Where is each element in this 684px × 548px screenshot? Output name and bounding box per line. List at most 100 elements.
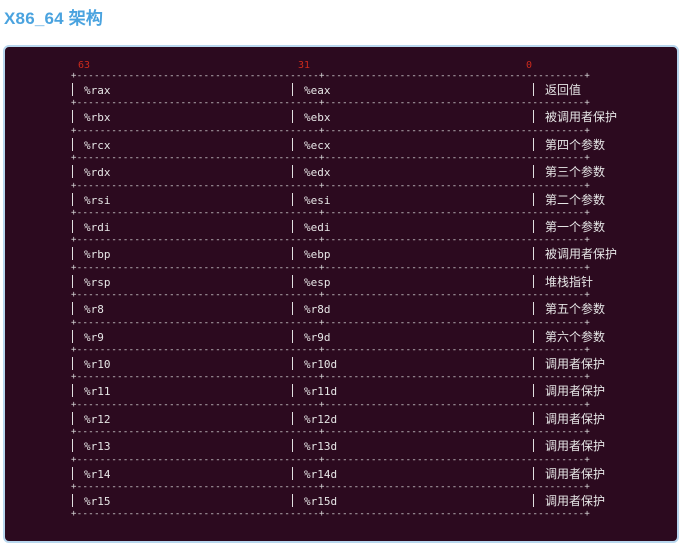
register-description: 第三个参数 <box>545 165 606 179</box>
column-divider <box>533 384 534 397</box>
register-diagram: 63 31 0 +-------------------------------… <box>3 45 679 543</box>
column-divider <box>533 193 534 206</box>
column-divider <box>292 220 293 233</box>
row-separator: +---------------------------------------… <box>71 98 591 108</box>
register-64bit: %r8 <box>84 303 104 316</box>
column-divider <box>292 412 293 425</box>
column-divider <box>292 494 293 507</box>
register-64bit: %r9 <box>84 331 104 344</box>
column-divider <box>533 302 534 315</box>
column-divider <box>72 302 73 315</box>
column-divider <box>533 275 534 288</box>
column-divider <box>72 275 73 288</box>
column-divider <box>72 412 73 425</box>
register-64bit: %r15 <box>84 495 111 508</box>
register-32bit: %edi <box>304 221 331 234</box>
column-divider <box>292 165 293 178</box>
column-divider <box>72 384 73 397</box>
column-divider <box>72 138 73 151</box>
column-divider <box>292 302 293 315</box>
column-divider <box>292 83 293 96</box>
register-32bit: %ebx <box>304 111 331 124</box>
row-separator: +---------------------------------------… <box>71 345 591 355</box>
row-separator: +---------------------------------------… <box>71 455 591 465</box>
register-description: 被调用者保护 <box>545 247 618 261</box>
register-32bit: %esi <box>304 194 331 207</box>
row-separator: +---------------------------------------… <box>71 235 591 245</box>
column-divider <box>533 110 534 123</box>
register-32bit: %r12d <box>304 413 338 426</box>
register-description: 被调用者保护 <box>545 110 618 124</box>
row-separator: +---------------------------------------… <box>71 263 591 273</box>
column-divider <box>533 330 534 343</box>
register-32bit: %r14d <box>304 468 338 481</box>
register-32bit: %ecx <box>304 139 331 152</box>
register-32bit: %r13d <box>304 440 338 453</box>
row-separator: +---------------------------------------… <box>71 509 591 519</box>
register-32bit: %esp <box>304 276 331 289</box>
column-divider <box>292 247 293 260</box>
column-divider <box>533 494 534 507</box>
register-description: 调用者保护 <box>545 467 606 481</box>
column-divider <box>533 412 534 425</box>
column-divider <box>292 439 293 452</box>
column-divider <box>72 110 73 123</box>
column-divider <box>72 193 73 206</box>
register-64bit: %r14 <box>84 468 111 481</box>
column-divider <box>292 138 293 151</box>
row-separator: +---------------------------------------… <box>71 372 591 382</box>
register-64bit: %rbp <box>84 248 111 261</box>
register-description: 调用者保护 <box>545 357 606 371</box>
column-divider <box>72 247 73 260</box>
row-separator: +---------------------------------------… <box>71 126 591 136</box>
register-description: 第四个参数 <box>545 138 606 152</box>
row-separator: +---------------------------------------… <box>71 427 591 437</box>
register-64bit: %rdi <box>84 221 111 234</box>
column-divider <box>533 247 534 260</box>
row-separator: +---------------------------------------… <box>71 181 591 191</box>
register-32bit: %ebp <box>304 248 331 261</box>
register-32bit: %r15d <box>304 495 338 508</box>
column-divider <box>72 220 73 233</box>
register-64bit: %rdx <box>84 166 111 179</box>
column-divider <box>72 467 73 480</box>
row-separator: +---------------------------------------… <box>71 318 591 328</box>
column-divider <box>533 439 534 452</box>
register-description: 第一个参数 <box>545 220 606 234</box>
register-description: 调用者保护 <box>545 439 606 453</box>
bit-label-high: 63 <box>78 60 91 71</box>
register-64bit: %r11 <box>84 385 111 398</box>
register-description: 第五个参数 <box>545 302 606 316</box>
register-32bit: %eax <box>304 84 331 97</box>
register-32bit: %r8d <box>304 303 331 316</box>
column-divider <box>533 138 534 151</box>
column-divider <box>292 330 293 343</box>
column-divider <box>292 110 293 123</box>
row-separator: +---------------------------------------… <box>71 482 591 492</box>
column-divider <box>292 467 293 480</box>
column-divider <box>292 275 293 288</box>
register-description: 第六个参数 <box>545 330 606 344</box>
column-divider <box>533 165 534 178</box>
row-separator: +---------------------------------------… <box>71 71 591 81</box>
column-divider <box>72 165 73 178</box>
column-divider <box>533 467 534 480</box>
column-divider <box>292 193 293 206</box>
register-64bit: %rsi <box>84 194 111 207</box>
column-divider <box>72 330 73 343</box>
column-divider <box>292 384 293 397</box>
register-description: 返回值 <box>545 83 582 97</box>
row-separator: +---------------------------------------… <box>71 400 591 410</box>
register-64bit: %rsp <box>84 276 111 289</box>
register-64bit: %r12 <box>84 413 111 426</box>
column-divider <box>72 439 73 452</box>
register-64bit: %r10 <box>84 358 111 371</box>
register-32bit: %edx <box>304 166 331 179</box>
column-divider <box>72 357 73 370</box>
register-64bit: %rbx <box>84 111 111 124</box>
register-64bit: %rax <box>84 84 111 97</box>
register-32bit: %r10d <box>304 358 338 371</box>
bit-label-mid: 31 <box>298 60 311 71</box>
column-divider <box>533 357 534 370</box>
row-separator: +---------------------------------------… <box>71 290 591 300</box>
